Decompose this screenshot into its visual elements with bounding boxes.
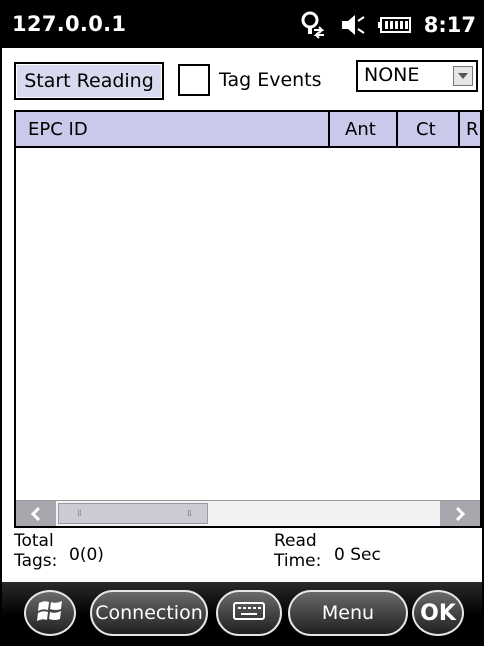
dropdown-selected-value: NONE	[364, 64, 420, 86]
keyboard-button[interactable]	[216, 590, 282, 636]
scroll-right-icon[interactable]	[440, 501, 480, 526]
keyboard-icon	[233, 601, 265, 625]
scroll-left-icon[interactable]	[16, 501, 56, 526]
column-header-r[interactable]: R	[460, 112, 480, 146]
softkey-bar: Connection Menu OK	[2, 582, 482, 644]
total-tags-label-line2: Tags:	[14, 551, 58, 571]
column-header-ct[interactable]: Ct	[398, 112, 460, 146]
horizontal-scrollbar[interactable]: ⁞⁞ ⁞⁞	[16, 500, 480, 526]
menu-button[interactable]: Menu	[288, 590, 408, 636]
read-time-label-line2: Time:	[274, 551, 322, 571]
connectivity-icon[interactable]	[298, 11, 328, 39]
read-time-label-line1: Read	[274, 531, 317, 551]
tag-events-label: Tag Events	[219, 69, 322, 91]
read-time-value: 0 Sec	[334, 545, 381, 565]
event-filter-dropdown[interactable]: NONE	[356, 60, 478, 92]
scroll-thumb[interactable]: ⁞⁞ ⁞⁞	[58, 503, 208, 524]
column-header-epc-id[interactable]: EPC ID	[16, 112, 330, 146]
list-header: EPC ID Ant Ct R	[16, 112, 480, 148]
windows-logo-icon	[36, 598, 64, 629]
clock[interactable]: 8:17	[424, 13, 476, 37]
chevron-down-icon[interactable]	[453, 66, 473, 86]
total-tags-label: Total Tags:	[14, 531, 57, 571]
start-reading-button[interactable]: Start Reading	[14, 62, 164, 100]
read-time-label: Read Time:	[274, 531, 321, 571]
status-bar: 127.0.0.1 8:17	[2, 2, 482, 48]
total-tags-value: 0(0)	[69, 545, 104, 565]
connection-button[interactable]: Connection	[90, 590, 208, 636]
volume-muted-icon[interactable]	[340, 12, 366, 38]
tag-list[interactable]: EPC ID Ant Ct R ⁞⁞ ⁞⁞	[14, 110, 482, 528]
battery-icon[interactable]	[377, 15, 412, 35]
grip-icon: ⁞⁞	[187, 509, 192, 519]
grip-icon: ⁞⁞	[77, 509, 82, 519]
window-title: 127.0.0.1	[12, 12, 127, 36]
column-header-ant[interactable]: Ant	[330, 112, 398, 146]
status-icons: 8:17	[298, 10, 476, 40]
total-tags-label-line1: Total	[14, 531, 54, 551]
windows-start-button[interactable]	[24, 590, 76, 636]
ok-button[interactable]: OK	[412, 590, 464, 636]
tag-events-checkbox[interactable]	[178, 64, 210, 96]
